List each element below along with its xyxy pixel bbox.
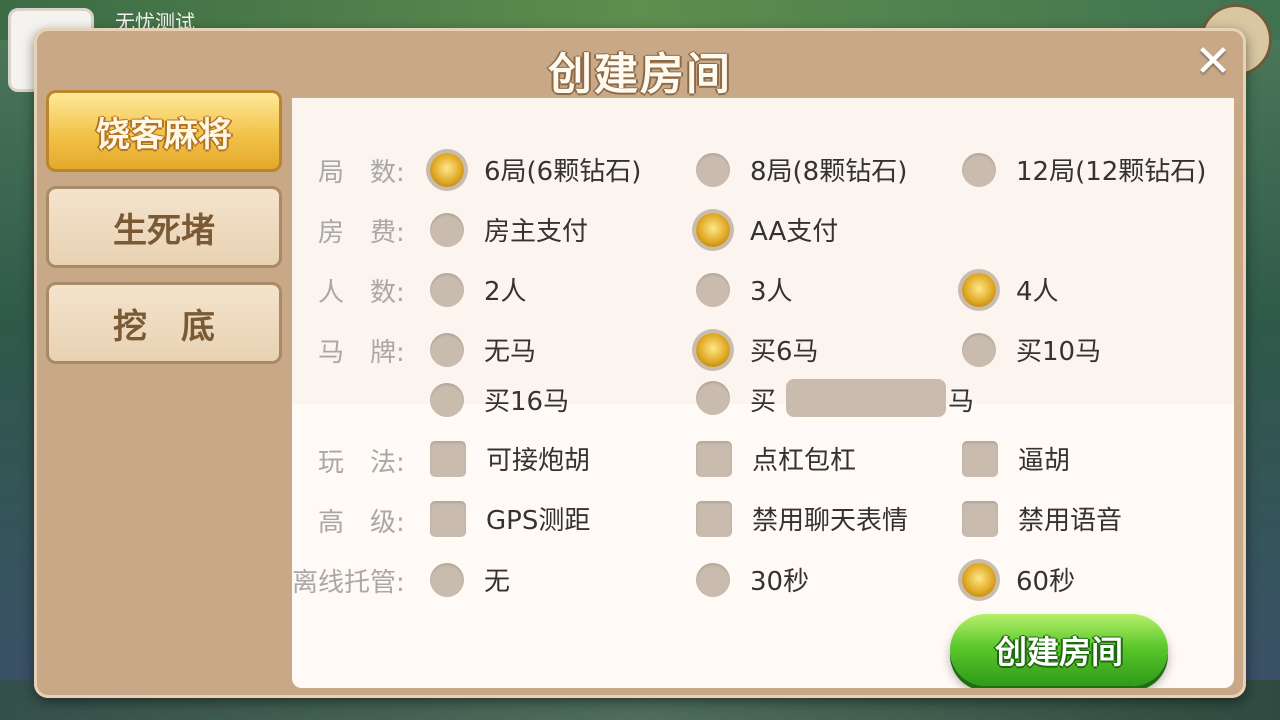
fee-option-owner[interactable]: 房主支付 (430, 211, 588, 248)
radio-icon (962, 152, 996, 187)
radio-icon (430, 332, 464, 367)
checkbox-icon (962, 440, 998, 477)
fee-label: 房 费: (318, 218, 405, 248)
rounds-label: 局 数: (318, 158, 405, 188)
play-option-diangang[interactable]: 点杠包杠 (696, 440, 856, 477)
checkbox-icon (962, 500, 998, 537)
rounds-option-label: 6局(6颗钻石) (484, 157, 642, 187)
advanced-option-disable-emoji[interactable]: 禁用聊天表情 (696, 500, 908, 537)
create-room-dialog: 创建房间 ✕ 饶客麻将 生死堵 挖 底 局 数: 6局(6颗钻石) 8局(8颗钻… (34, 28, 1246, 698)
checkbox-icon (696, 440, 732, 477)
horse-label: 马 牌: (318, 338, 405, 368)
radio-selected-icon (962, 562, 996, 597)
horse-custom-input[interactable] (786, 379, 946, 417)
close-icon[interactable]: ✕ (1190, 40, 1236, 86)
advanced-option-label: 禁用聊天表情 (752, 506, 909, 536)
offline-option-60s[interactable]: 60秒 (962, 561, 1075, 598)
settings-panel: 局 数: 6局(6颗钻石) 8局(8颗钻石) 12局(12颗钻石) 房 费: 房… (292, 98, 1234, 688)
radio-icon (696, 562, 730, 597)
horse-option-none[interactable]: 无马 (430, 331, 536, 368)
radio-icon (430, 562, 464, 597)
players-option-3[interactable]: 3人 (696, 271, 793, 308)
horse-custom-suffix: 马 (948, 387, 975, 417)
play-option-jiepaohu[interactable]: 可接炮胡 (430, 440, 590, 477)
horse-option-6[interactable]: 买6马 (696, 331, 819, 368)
play-label: 玩 法: (318, 448, 405, 478)
advanced-option-label: GPS测距 (486, 506, 591, 536)
players-label: 人 数: (318, 278, 405, 308)
fee-option-label: 房主支付 (484, 217, 589, 247)
advanced-label: 高 级: (318, 508, 405, 538)
players-option-4[interactable]: 4人 (962, 271, 1059, 308)
offline-label: 离线托管: (292, 568, 405, 598)
horse-option-label: 买10马 (1016, 337, 1102, 367)
advanced-option-label: 禁用语音 (1018, 506, 1123, 536)
offline-option-30s[interactable]: 30秒 (696, 561, 809, 598)
radio-icon (430, 382, 464, 417)
horse-option-custom[interactable] (696, 381, 730, 415)
checkbox-icon (430, 500, 466, 537)
players-option-label: 2人 (484, 277, 527, 307)
advanced-option-disable-voice[interactable]: 禁用语音 (962, 500, 1122, 537)
players-option-label: 3人 (750, 277, 793, 307)
checkbox-icon (696, 500, 732, 537)
offline-option-none[interactable]: 无 (430, 561, 510, 598)
horse-option-label: 买16马 (484, 387, 570, 417)
horse-custom-prefix: 买 (750, 387, 777, 417)
horse-option-label: 无马 (484, 337, 537, 367)
radio-selected-icon (430, 152, 464, 187)
fee-option-label: AA支付 (750, 217, 839, 247)
play-option-label: 可接炮胡 (486, 446, 591, 476)
radio-selected-icon (962, 272, 996, 307)
rounds-option-label: 8局(8颗钻石) (750, 157, 908, 187)
rounds-option-6[interactable]: 6局(6颗钻石) (430, 151, 641, 188)
radio-icon (430, 272, 464, 307)
fee-option-aa[interactable]: AA支付 (696, 211, 838, 248)
rounds-option-8[interactable]: 8局(8颗钻石) (696, 151, 907, 188)
advanced-option-gps[interactable]: GPS测距 (430, 500, 590, 537)
offline-option-label: 30秒 (750, 567, 810, 597)
play-option-label: 逼胡 (1018, 446, 1071, 476)
tab-wa-di[interactable]: 挖 底 (46, 282, 282, 364)
tab-shengsi-du[interactable]: 生死堵 (46, 186, 282, 268)
players-option-2[interactable]: 2人 (430, 271, 527, 308)
offline-option-label: 无 (484, 567, 511, 597)
radio-icon (696, 381, 730, 415)
radio-icon (430, 212, 464, 247)
checkbox-icon (430, 440, 466, 477)
horse-option-16[interactable]: 买16马 (430, 381, 569, 418)
play-option-label: 点杠包杠 (752, 446, 857, 476)
radio-selected-icon (696, 212, 730, 247)
radio-icon (696, 272, 730, 307)
players-option-label: 4人 (1016, 277, 1059, 307)
offline-option-label: 60秒 (1016, 567, 1076, 597)
rounds-option-label: 12局(12颗钻石) (1016, 157, 1207, 187)
radio-icon (962, 332, 996, 367)
create-room-button[interactable]: 创建房间 (950, 614, 1168, 686)
play-option-bihu[interactable]: 逼胡 (962, 440, 1070, 477)
tab-raoke-mahjong[interactable]: 饶客麻将 (46, 90, 282, 172)
radio-icon (696, 152, 730, 187)
horse-option-10[interactable]: 买10马 (962, 331, 1101, 368)
horse-option-label: 买6马 (750, 337, 819, 367)
radio-selected-icon (696, 332, 730, 367)
rounds-option-12[interactable]: 12局(12颗钻石) (962, 151, 1206, 188)
